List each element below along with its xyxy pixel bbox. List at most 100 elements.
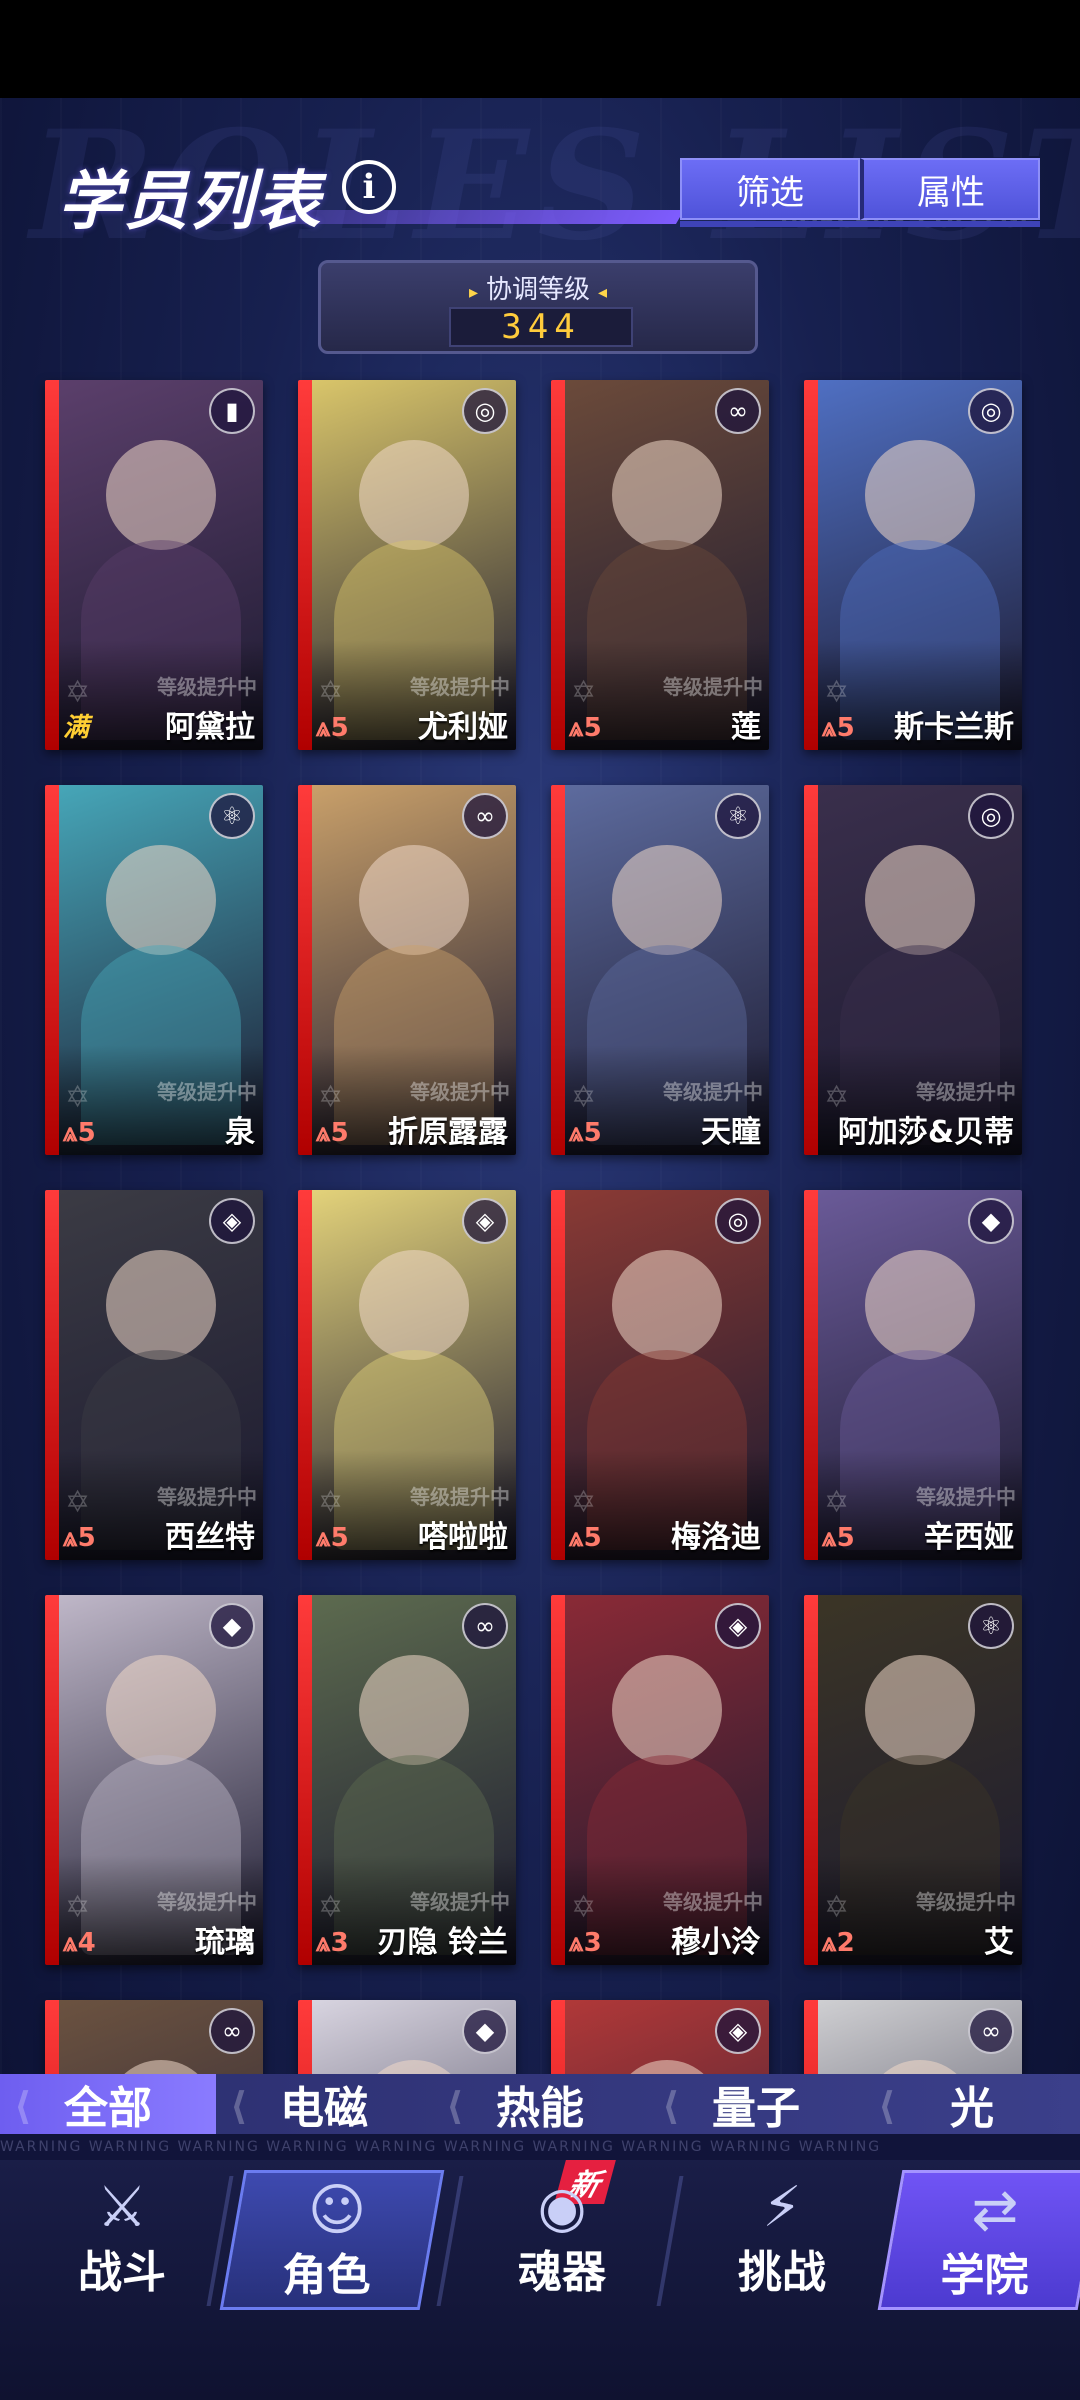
star-mark-icon: ✡ [65,1080,91,1115]
rank-value: 5 [77,1523,96,1553]
character-name: 泉 [225,1115,255,1150]
character-card[interactable]: ◎ ✡ ⩓5 梅洛迪 [551,1190,769,1560]
character-card[interactable]: ⚛ ✡ 等级提升中 ⩓2 艾 [804,1595,1022,1965]
nav-item[interactable]: ⇄ 学院 [877,2170,1080,2310]
character-name: 艾 [984,1925,1014,1960]
upgrade-status: 等级提升中 [916,1890,1016,1914]
star-mark-icon: ✡ [824,1890,850,1925]
card-rarity-strip [551,380,565,750]
character-name: 刃隐 铃兰 [377,1925,508,1960]
tab-chevron-icon: ⟨ [662,2084,680,2128]
filter-tab[interactable]: ⟨ 全部 [0,2074,216,2134]
character-card[interactable]: ◈ ✡ 等级提升中 ⩓5 嗒啦啦 [298,1190,516,1560]
card-rarity-strip [45,1595,59,1965]
rank-chevron-icon: ⩓ [822,1523,837,1553]
filter-tab[interactable]: ⟨ 量子 [648,2074,864,2134]
character-card[interactable]: ▮ ✡ 等级提升中 满 阿黛拉 [45,380,263,750]
nav-item[interactable]: ◉ 魂器 [462,2170,662,2310]
upgrade-status: 等级提升中 [157,675,257,699]
nav-item[interactable]: ☺ 角色 [219,2170,445,2310]
rank-chevron-icon: ⩓ [822,713,837,743]
character-name: 阿加莎&贝蒂 [837,1115,1014,1150]
arrow-left-icon: ◂ [598,282,608,303]
battle-icon: ⚔ [96,2175,148,2240]
character-card[interactable]: ∞ ✡ 等级提升中 ⩓3 刃隐 铃兰 [298,1595,516,1965]
character-name: 莲 [731,710,761,745]
sync-level-label: ▸ 协调等级 ◂ [321,269,755,306]
character-card[interactable]: ◆ ✡ 等级提升中 ⩓4 琉璃 [45,1595,263,1965]
rank-value: 5 [330,1523,349,1553]
nav-item[interactable]: ⚔ 战斗 [22,2170,222,2310]
spiral-element-icon: ◎ [968,793,1014,839]
character-card[interactable]: ◎ ✡ 等级提升中 ⩓5 尤利娅 [298,380,516,750]
info-icon[interactable]: i [342,160,396,214]
star-mark-icon: ✡ [824,1485,850,1520]
tab-chevron-icon: ⟨ [14,2084,32,2128]
portrait-head [865,440,975,550]
status-bar [0,0,1080,98]
character-card[interactable]: ∞ ✡ 等级提升中 ⩓5 折原露露 [298,785,516,1155]
character-card[interactable]: ◎ ✡ 等级提升中 阿加莎&贝蒂 [804,785,1022,1155]
rank-value: 2 [836,1928,855,1958]
card-rank: ⩓5 [569,1523,602,1554]
character-name: 西丝特 [165,1520,255,1555]
character-card[interactable]: ∞ ✡ 等级提升中 ⩓5 莲 [551,380,769,750]
rank-value: 满 [63,713,90,743]
card-rarity-strip [45,785,59,1155]
arrow-right-icon: ▸ [468,282,478,303]
card-rarity-strip [804,1190,818,1560]
character-card[interactable]: ◆ ✡ 等级提升中 ⩓5 辛西娅 [804,1190,1022,1560]
rank-chevron-icon: ⩓ [569,1523,584,1553]
sync-level-text: 协调等级 [485,275,590,305]
upgrade-status: 等级提升中 [410,1485,510,1509]
quantum-element-icon: ◈ [209,1198,255,1244]
portrait-head [865,1250,975,1360]
portrait-head [106,1250,216,1360]
nav-item[interactable]: ⚡ 挑战 [682,2170,882,2310]
portrait-head [359,845,469,955]
challenge-icon: ⚡ [762,2175,802,2240]
quantum-element-icon: ◈ [715,2008,761,2054]
attribute-button[interactable]: 属性 [860,158,1040,220]
character-name: 梅洛迪 [671,1520,761,1555]
star-mark-icon: ✡ [318,675,344,710]
star-mark-icon: ✡ [571,1485,597,1520]
filter-tab[interactable]: ⟨ 电磁 [216,2074,432,2134]
character-card[interactable]: ◈ ✡ 等级提升中 ⩓3 穆小泠 [551,1595,769,1965]
card-rarity-strip [298,1595,312,1965]
card-rank: ⩓5 [569,1118,602,1149]
character-card[interactable]: ◎ ✡ ⩓5 斯卡兰斯 [804,380,1022,750]
infinity-element-icon: ∞ [968,2008,1014,2054]
portrait-head [612,1250,722,1360]
filter-tab[interactable]: ⟨ 热能 [432,2074,648,2134]
rank-value: 5 [583,1523,602,1553]
star-mark-icon: ✡ [65,1890,91,1925]
filter-tab[interactable]: ⟨ 光 [864,2074,1080,2134]
upgrade-status: 等级提升中 [157,1485,257,1509]
diamond-element-icon: ◆ [209,1603,255,1649]
spiral-element-icon: ◎ [715,1198,761,1244]
rank-chevron-icon: ⩓ [316,1523,331,1553]
portrait-body [81,945,241,1145]
rank-chevron-icon: ⩓ [63,1523,78,1553]
infinity-element-icon: ∞ [209,2008,255,2054]
character-card[interactable]: ⚛ ✡ 等级提升中 ⩓5 泉 [45,785,263,1155]
page-title: 学员列表 [58,164,322,239]
upgrade-status: 等级提升中 [157,1080,257,1104]
filter-button[interactable]: 筛选 [680,158,860,220]
character-card[interactable]: ◈ ✡ 等级提升中 ⩓5 西丝特 [45,1190,263,1560]
infinity-element-icon: ∞ [715,388,761,434]
star-mark-icon: ✡ [318,1485,344,1520]
card-rarity-strip [298,785,312,1155]
rank-chevron-icon: ⩓ [569,713,584,743]
card-rarity-strip [298,380,312,750]
character-name: 斯卡兰斯 [894,710,1014,745]
character-card[interactable]: ⚛ ✡ 等级提升中 ⩓5 天瞳 [551,785,769,1155]
star-mark-icon: ✡ [318,1890,344,1925]
filter-tab-label: 光 [950,2083,994,2134]
filter-tab-label: 热能 [496,2083,584,2134]
upgrade-status: 等级提升中 [916,1080,1016,1104]
portrait-head [359,1655,469,1765]
atom-element-icon: ⚛ [209,793,255,839]
diamond-element-icon: ◆ [968,1198,1014,1244]
